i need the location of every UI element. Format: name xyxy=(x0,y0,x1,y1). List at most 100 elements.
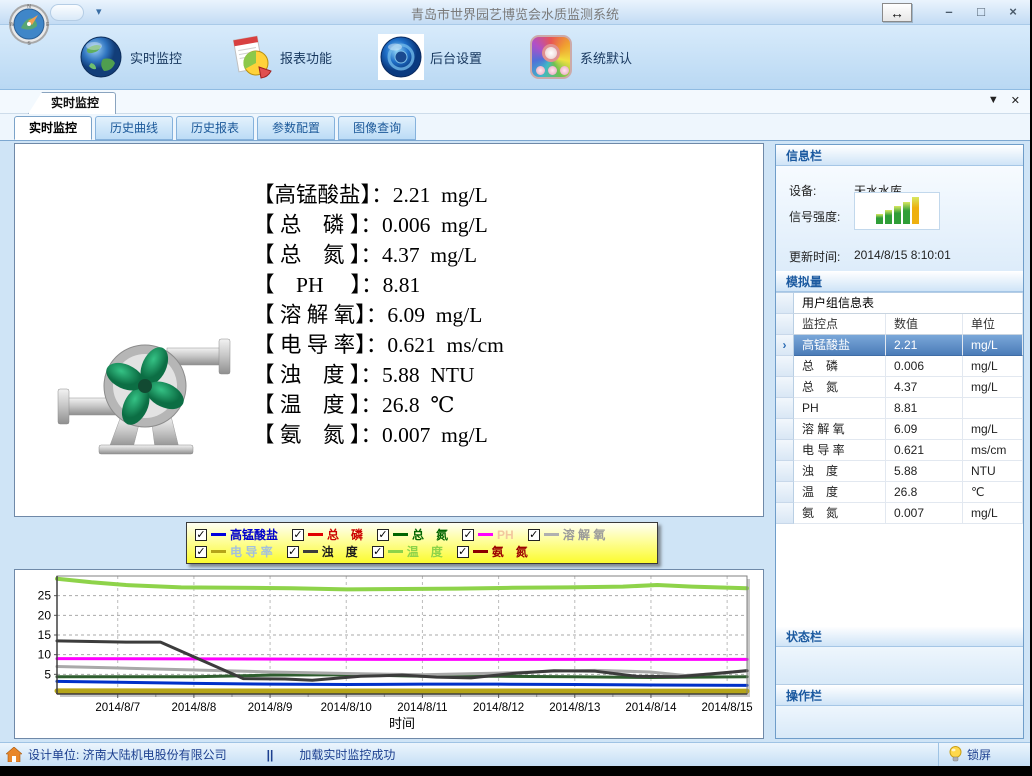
info-section-body: 设备: 天水水库 信号强度: 更新时间: 2014/8/15 8:10:01 xyxy=(776,166,1023,271)
application-window: 青岛市世界园艺博览会水质监测系统 ▾ ↔ – □ × N S W xyxy=(0,0,1032,776)
chevron-down-icon[interactable]: ▾ xyxy=(96,5,102,18)
table-cell-value[interactable]: 0.621 xyxy=(886,440,963,461)
table-cell-unit[interactable]: mg/L xyxy=(963,377,1023,398)
table-cell-name[interactable]: 浊 度 xyxy=(794,461,886,482)
signal-strength-icon xyxy=(854,192,940,230)
close-button[interactable]: × xyxy=(1004,3,1022,21)
table-cell-unit[interactable]: NTU xyxy=(963,461,1023,482)
legend-checkbox[interactable]: ✓ xyxy=(372,546,384,558)
table-cell-name[interactable]: 总 氮 xyxy=(794,377,886,398)
svg-text:15: 15 xyxy=(38,628,52,642)
toolbar-button-backend[interactable]: 后台设置 xyxy=(372,31,488,83)
table-cell-value[interactable]: 2.21 xyxy=(886,335,963,356)
table-cell-value[interactable]: 4.37 xyxy=(886,377,963,398)
row-selector[interactable] xyxy=(776,419,794,440)
table-cell-value[interactable]: 6.09 xyxy=(886,419,963,440)
analog-section-header[interactable]: 模拟量 xyxy=(776,271,1023,292)
legend-item: ✓高锰酸盐 xyxy=(195,526,278,543)
table-cell-unit[interactable]: mg/L xyxy=(963,419,1023,440)
legend-checkbox[interactable]: ✓ xyxy=(195,529,207,541)
load-status-message: 加载实时监控成功 xyxy=(299,746,395,763)
legend-checkbox[interactable]: ✓ xyxy=(457,546,469,558)
window-frame: 青岛市世界园艺博览会水质监测系统 ▾ ↔ – □ × N S W xyxy=(0,0,1030,766)
subtab-1[interactable]: 历史曲线 xyxy=(95,116,173,140)
status-section-header[interactable]: 状态栏 xyxy=(776,626,1023,647)
legend-label: 温 度 xyxy=(407,543,443,560)
subtab-3[interactable]: 参数配置 xyxy=(257,116,335,140)
svg-text:E: E xyxy=(46,22,50,28)
trend-chart-panel: 5101520252014/8/72014/8/82014/8/92014/8/… xyxy=(14,569,764,739)
row-selector[interactable] xyxy=(776,482,794,503)
table-cell-value[interactable]: 26.8 xyxy=(886,482,963,503)
table-cell-name[interactable]: 电 导 率 xyxy=(794,440,886,461)
svg-text:2014/8/9: 2014/8/9 xyxy=(248,702,293,714)
home-icon xyxy=(6,747,22,762)
table-cell-name[interactable]: 溶 解 氧 xyxy=(794,419,886,440)
info-section-header[interactable]: 信息栏 xyxy=(776,145,1023,166)
legend-checkbox[interactable]: ✓ xyxy=(377,529,389,541)
legend-color-dash xyxy=(478,533,493,536)
signal-bar-3 xyxy=(903,202,910,224)
table-cell-unit[interactable] xyxy=(963,398,1023,419)
lock-screen-button[interactable]: 锁屏 xyxy=(938,743,1030,766)
sub-tab-strip: 实时监控历史曲线历史报表参数配置图像查询 xyxy=(0,114,1030,140)
legend-item: ✓溶 解 氧 xyxy=(528,526,606,543)
legend-checkbox[interactable]: ✓ xyxy=(195,546,207,558)
toolbar-label: 报表功能 xyxy=(280,48,332,67)
tab-close-icon[interactable]: ✕ xyxy=(1011,94,1020,107)
table-cell-unit[interactable]: ms/cm xyxy=(963,440,1023,461)
table-cell-name[interactable]: 总 磷 xyxy=(794,356,886,377)
device-label: 设备: xyxy=(789,182,816,199)
operation-section-header[interactable]: 操作栏 xyxy=(776,685,1023,706)
compass-app-icon[interactable]: N S W E xyxy=(7,2,51,46)
legend-row-1: ✓电 导 率✓浊 度✓温 度✓氨 氮 xyxy=(195,543,649,560)
table-cell-value[interactable]: 0.007 xyxy=(886,503,963,524)
user-group-table: 用户组信息表监控点数值单位›高锰酸盐2.21mg/L总 磷0.006mg/L总 … xyxy=(776,293,1023,524)
row-selector[interactable] xyxy=(776,503,794,524)
table-cell-name[interactable]: 氨 氮 xyxy=(794,503,886,524)
table-cell-name[interactable]: 温 度 xyxy=(794,482,886,503)
row-selector[interactable] xyxy=(776,356,794,377)
table-cell-name[interactable]: PH xyxy=(794,398,886,419)
table-cell-unit[interactable]: mg/L xyxy=(963,503,1023,524)
subtab-0[interactable]: 实时监控 xyxy=(14,116,92,140)
legend-label: 总 氮 xyxy=(412,526,448,543)
legend-row-0: ✓高锰酸盐✓总 磷✓总 氮✓PH✓溶 解 氧 xyxy=(195,526,649,543)
legend-checkbox[interactable]: ✓ xyxy=(287,546,299,558)
toolbar-button-system[interactable]: 系统默认 xyxy=(522,31,638,83)
legend-color-dash xyxy=(211,550,226,553)
table-cell-unit[interactable]: ℃ xyxy=(963,482,1023,503)
table-cell-unit[interactable]: mg/L xyxy=(963,335,1023,356)
legend-checkbox[interactable]: ✓ xyxy=(528,529,540,541)
reading-line-0: 【高锰酸盐】：2.21 mg/L xyxy=(253,180,504,210)
signal-bar-0 xyxy=(876,214,883,224)
row-selector[interactable] xyxy=(776,377,794,398)
table-cell-value[interactable]: 0.006 xyxy=(886,356,963,377)
quick-access-pill[interactable] xyxy=(50,4,84,21)
subtab-4[interactable]: 图像查询 xyxy=(338,116,416,140)
tab-realtime-monitor[interactable]: 实时监控 xyxy=(28,92,116,114)
legend-color-dash xyxy=(473,550,488,553)
toolbar-button-reports[interactable]: 报表功能 xyxy=(222,31,338,83)
subtab-2[interactable]: 历史报表 xyxy=(176,116,254,140)
row-selector[interactable]: › xyxy=(776,335,794,356)
row-selector[interactable] xyxy=(776,461,794,482)
legend-item: ✓氨 氮 xyxy=(457,543,528,560)
minimize-button[interactable]: – xyxy=(940,3,958,21)
row-selector[interactable] xyxy=(776,440,794,461)
tab-list-dropdown-icon[interactable]: ▼ xyxy=(988,94,999,107)
svg-text:20: 20 xyxy=(38,608,52,622)
table-title: 用户组信息表 xyxy=(794,293,1023,314)
resize-arrows-button[interactable]: ↔ xyxy=(882,3,912,22)
legend-checkbox[interactable]: ✓ xyxy=(292,529,304,541)
toolbar-button-realtime[interactable]: 实时监控 xyxy=(72,31,188,83)
title-bar: 青岛市世界园艺博览会水质监测系统 ▾ ↔ – □ × xyxy=(0,0,1030,25)
maximize-button[interactable]: □ xyxy=(972,3,990,21)
table-cell-value[interactable]: 5.88 xyxy=(886,461,963,482)
table-cell-value[interactable]: 8.81 xyxy=(886,398,963,419)
legend-checkbox[interactable]: ✓ xyxy=(462,529,474,541)
window-controls: – □ × xyxy=(940,3,1022,21)
row-selector[interactable] xyxy=(776,398,794,419)
table-cell-unit[interactable]: mg/L xyxy=(963,356,1023,377)
table-cell-name[interactable]: 高锰酸盐 xyxy=(794,335,886,356)
